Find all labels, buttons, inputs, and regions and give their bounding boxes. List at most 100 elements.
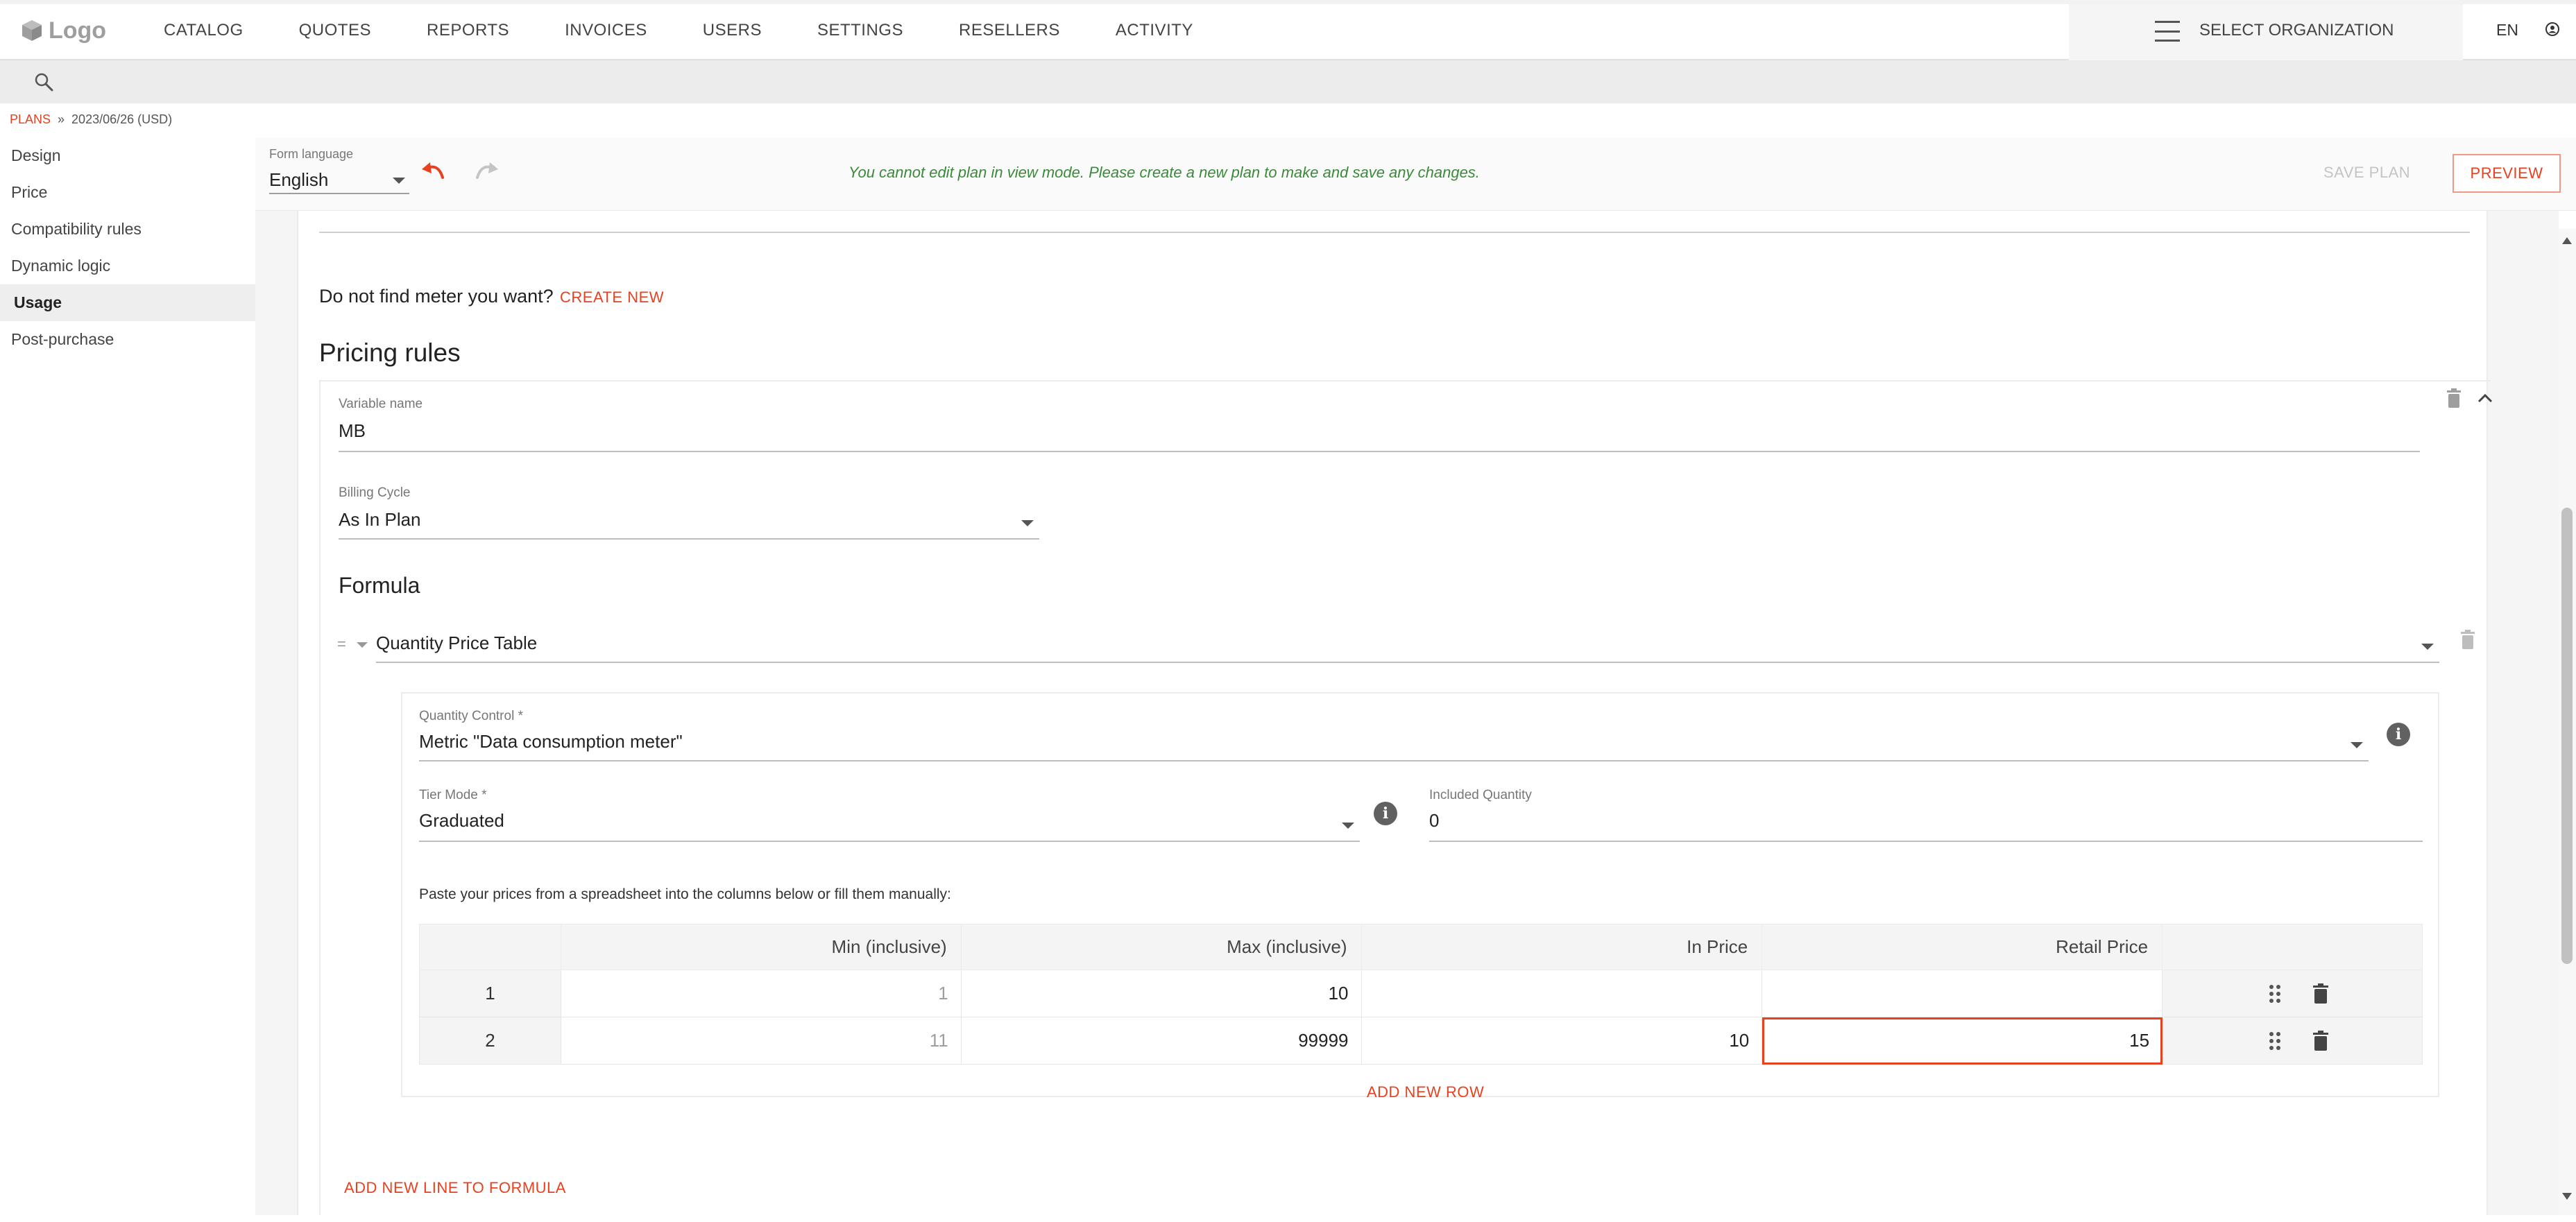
- row-actions: [2162, 1017, 2423, 1065]
- column-header-in-price: In Price: [1360, 924, 1763, 970]
- info-icon[interactable]: i: [2387, 723, 2410, 746]
- row-index: 1: [419, 970, 561, 1017]
- add-new-row-button[interactable]: ADD NEW ROW: [1367, 1083, 1484, 1101]
- billing-cycle-label: Billing Cycle: [339, 485, 411, 500]
- trash-icon[interactable]: [2312, 983, 2329, 1004]
- column-header-index: [419, 924, 561, 970]
- price-tier-table: Min (inclusive) Max (inclusive) In Price…: [419, 924, 2423, 1065]
- user-circle-icon[interactable]: [2545, 21, 2560, 37]
- add-formula-line-button[interactable]: ADD NEW LINE TO FORMULA: [344, 1179, 566, 1197]
- trash-icon[interactable]: [2446, 388, 2462, 409]
- view-mode-message: You cannot edit plan in view mode. Pleas…: [848, 164, 1480, 181]
- page-scrollbar[interactable]: [2559, 229, 2576, 1215]
- breadcrumb-separator: »: [58, 112, 65, 126]
- organization-selector[interactable]: SELECT ORGANIZATION: [2069, 4, 2463, 60]
- min-cell[interactable]: 11: [560, 1017, 962, 1065]
- nav-item-invoices[interactable]: INVOICES: [565, 21, 647, 40]
- sidebar-item-design[interactable]: Design: [0, 137, 255, 174]
- tier-mode-underline: [419, 841, 1360, 842]
- formula-operator: =: [337, 635, 346, 653]
- formula-type-select[interactable]: Quantity Price Table: [376, 628, 2439, 660]
- preview-button[interactable]: PREVIEW: [2453, 154, 2561, 193]
- pricing-rule: Variable name MB Billing Cycle As In Pla…: [319, 380, 2494, 1215]
- scroll-down-arrow-icon[interactable]: [2562, 1193, 2572, 1200]
- operator-caret-icon[interactable]: [357, 642, 368, 648]
- table-row: 1 1 10: [419, 970, 2423, 1017]
- table-header-row: Min (inclusive) Max (inclusive) In Price…: [419, 924, 2423, 970]
- hamburger-icon: [2155, 21, 2180, 42]
- included-quantity-input[interactable]: 0: [1429, 810, 1439, 832]
- tier-mode-label: Tier Mode *: [419, 788, 487, 802]
- form-language-label: Form language: [269, 147, 354, 161]
- save-plan-button[interactable]: SAVE PLAN: [2323, 164, 2410, 182]
- trash-icon[interactable]: [2312, 1030, 2329, 1051]
- column-header-max: Max (inclusive): [960, 924, 1362, 970]
- nav-item-reports[interactable]: REPORTS: [427, 21, 509, 40]
- sidebar-item-usage[interactable]: Usage: [0, 284, 255, 321]
- included-quantity-label: Included Quantity: [1429, 788, 1532, 802]
- caret-down-icon: [2351, 742, 2363, 748]
- nav-item-catalog[interactable]: CATALOG: [164, 21, 244, 40]
- retail-price-cell-active[interactable]: 15: [1762, 1017, 2163, 1065]
- quantity-control-value: Metric "Data consumption meter": [419, 731, 683, 752]
- nav-item-settings[interactable]: SETTINGS: [817, 21, 903, 40]
- breadcrumb-plans-link[interactable]: PLANS: [10, 112, 51, 127]
- usage-card: Do not find meter you want? CREATE NEW P…: [297, 211, 2494, 1215]
- scrollbar-thumb[interactable]: [2561, 508, 2573, 964]
- in-price-cell[interactable]: 10: [1360, 1017, 1763, 1065]
- logo[interactable]: Logo: [21, 15, 106, 46]
- in-price-cell[interactable]: [1360, 970, 1763, 1017]
- sidebar-item-price[interactable]: Price: [0, 174, 255, 211]
- plan-toolbar: Form language English You cannot edit pl…: [255, 137, 2576, 211]
- max-cell[interactable]: 99999: [960, 1017, 1362, 1065]
- sidebar: Design Price Compatibility rules Dynamic…: [0, 137, 255, 358]
- billing-cycle-value: As In Plan: [339, 509, 421, 530]
- cube-logo-icon: [22, 20, 42, 41]
- sidebar-item-dynamic-logic[interactable]: Dynamic logic: [0, 248, 255, 284]
- max-cell[interactable]: 10: [960, 970, 1362, 1017]
- quantity-control-underline: [419, 760, 2369, 761]
- breadcrumb-current: 2023/06/26 (USD): [71, 112, 173, 126]
- variable-name-label: Variable name: [339, 397, 423, 411]
- pricing-rules-title: Pricing rules: [319, 338, 461, 367]
- form-language-value: English: [269, 169, 329, 190]
- undo-icon[interactable]: [420, 161, 447, 184]
- billing-cycle-select[interactable]: As In Plan: [339, 506, 1039, 538]
- nav-item-activity[interactable]: ACTIVITY: [1116, 21, 1193, 40]
- sidebar-item-post-purchase[interactable]: Post-purchase: [0, 321, 255, 358]
- column-header-retail-price: Retail Price: [1762, 924, 2163, 970]
- scroll-up-arrow-icon[interactable]: [2562, 237, 2572, 244]
- nav-item-users[interactable]: USERS: [703, 21, 762, 40]
- drag-handle-icon[interactable]: [2267, 983, 2283, 1004]
- variable-name-input[interactable]: MB: [339, 420, 366, 442]
- redo-icon[interactable]: [473, 161, 500, 184]
- search-icon[interactable]: [33, 71, 54, 92]
- chevron-up-icon[interactable]: [2476, 391, 2494, 405]
- logo-text: Logo: [49, 17, 107, 44]
- table-row: 2 11 99999 10 15: [419, 1017, 2423, 1065]
- search-bar: [0, 60, 2576, 103]
- tier-mode-value: Graduated: [419, 810, 504, 831]
- caret-down-icon: [2421, 644, 2434, 650]
- min-cell[interactable]: 1: [560, 970, 962, 1017]
- trash-icon[interactable]: [2459, 630, 2476, 651]
- info-icon[interactable]: i: [1374, 802, 1397, 825]
- sidebar-item-compatibility-rules[interactable]: Compatibility rules: [0, 211, 255, 248]
- create-new-meter-button[interactable]: CREATE NEW: [560, 289, 664, 307]
- form-language-select[interactable]: English: [269, 166, 409, 194]
- column-header-actions: [2162, 924, 2423, 970]
- quantity-control-label: Quantity Control *: [419, 709, 523, 723]
- drag-handle-icon[interactable]: [2267, 1031, 2283, 1051]
- quantity-price-table-panel: Quantity Control * Metric "Data consumpt…: [401, 692, 2439, 1101]
- retail-price-cell[interactable]: [1762, 970, 2163, 1017]
- nav-item-quotes[interactable]: QUOTES: [299, 21, 371, 40]
- caret-down-icon: [393, 178, 405, 184]
- tier-mode-select[interactable]: Graduated: [419, 807, 1360, 839]
- previous-field-underline: [319, 232, 2470, 233]
- meter-question: Do not find meter you want?: [319, 286, 554, 307]
- nav-item-resellers[interactable]: RESELLERS: [959, 21, 1060, 40]
- formula-type-underline: [376, 662, 2439, 663]
- language-switcher[interactable]: EN: [2496, 21, 2518, 40]
- quantity-control-select[interactable]: Metric "Data consumption meter": [419, 728, 2369, 760]
- breadcrumb: PLANS » 2023/06/26 (USD): [10, 112, 172, 127]
